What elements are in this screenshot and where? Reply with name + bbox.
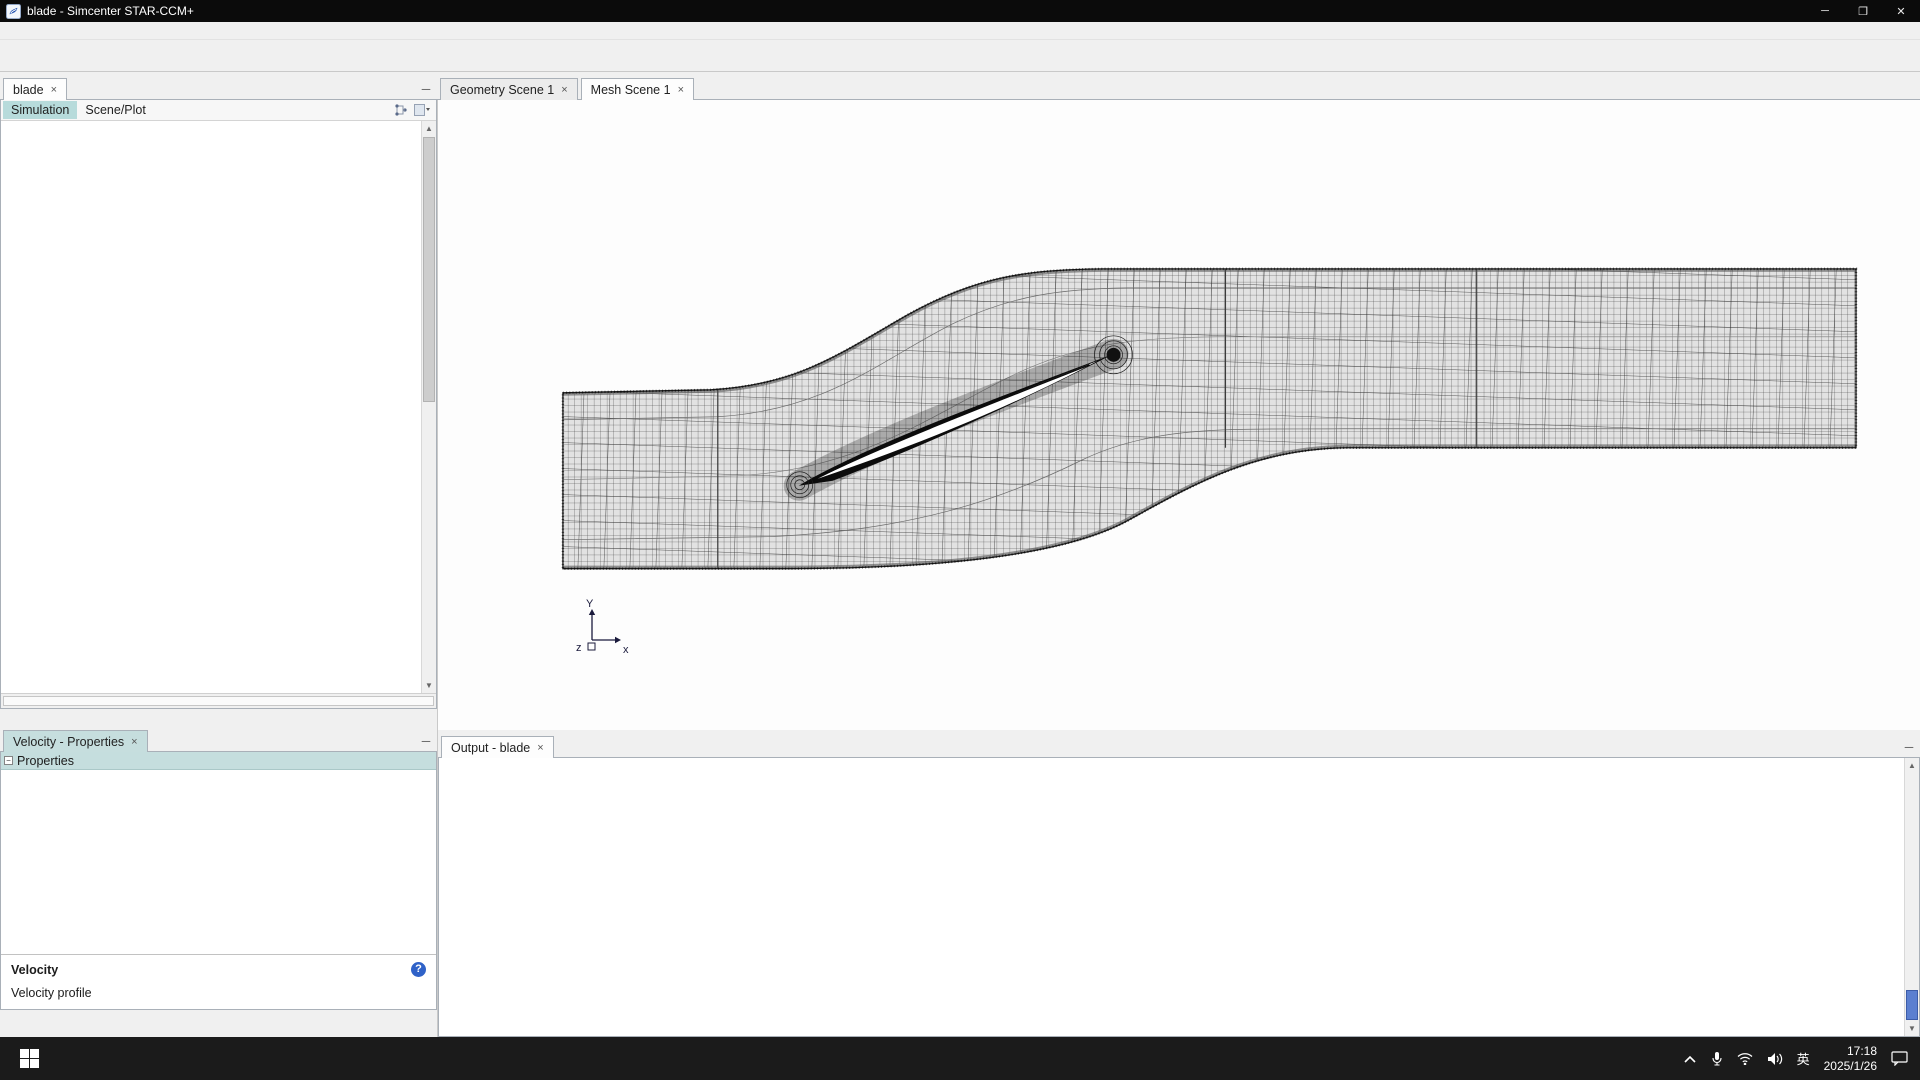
- properties-section-header[interactable]: − Properties: [1, 752, 436, 770]
- system-tray: 英 17:18 2025/1/26: [1683, 1037, 1920, 1080]
- properties-panel: − Properties Velocity ? Velocity profile: [0, 752, 437, 1010]
- console-text: [453, 760, 1903, 1036]
- close-icon[interactable]: ×: [131, 736, 137, 748]
- app-logo-icon: [6, 4, 21, 19]
- document-tabstrip: blade × ─: [0, 72, 437, 100]
- output-tabstrip: Output - blade × ─: [438, 730, 1920, 758]
- menu-bar: [0, 22, 1920, 40]
- tree-horizontal-scrollbar[interactable]: [1, 693, 436, 708]
- main-toolbar: [0, 40, 1920, 72]
- scene-tabstrip: Geometry Scene 1 × Mesh Scene 1 ×: [437, 72, 1920, 100]
- tray-date: 2025/1/26: [1824, 1059, 1877, 1074]
- property-help-box: Velocity ? Velocity profile: [1, 954, 436, 1009]
- tree-options-icon[interactable]: [394, 103, 408, 117]
- scroll-down-icon[interactable]: ▼: [422, 678, 436, 693]
- help-title: Velocity: [11, 963, 58, 977]
- title-bar: blade - Simcenter STAR-CCM+ ─ ❐ ✕: [0, 0, 1920, 22]
- window-title: blade - Simcenter STAR-CCM+: [27, 4, 194, 18]
- close-icon[interactable]: ×: [561, 84, 567, 96]
- clock[interactable]: 17:18 2025/1/26: [1824, 1044, 1877, 1074]
- scroll-up-icon[interactable]: ▲: [1905, 758, 1919, 773]
- tray-time: 17:18: [1824, 1044, 1877, 1059]
- tree-view-dropdown-icon[interactable]: [414, 104, 430, 116]
- tray-expand-icon[interactable]: [1683, 1054, 1697, 1064]
- window-maximize-button[interactable]: ❐: [1844, 0, 1882, 22]
- console-scrollbar-thumb[interactable]: [1906, 990, 1918, 1020]
- tab-mesh-scene[interactable]: Mesh Scene 1 ×: [581, 78, 694, 100]
- mesh-visualization: [438, 100, 1920, 730]
- scroll-up-icon[interactable]: ▲: [422, 121, 436, 136]
- windows-logo-icon: [20, 1049, 39, 1068]
- tab-output-blade[interactable]: Output - blade ×: [441, 736, 554, 758]
- axis-y-label: Y: [586, 598, 594, 610]
- scroll-down-icon[interactable]: ▼: [1905, 1021, 1919, 1036]
- help-description: Velocity profile: [11, 986, 426, 1000]
- speaker-icon[interactable]: [1767, 1052, 1783, 1066]
- output-minimize-icon[interactable]: ─: [1898, 740, 1920, 758]
- collapse-icon[interactable]: −: [4, 756, 13, 765]
- notification-center-icon[interactable]: [1891, 1051, 1908, 1066]
- tab-simulation[interactable]: Simulation: [3, 101, 77, 119]
- axis-x-label: x: [623, 644, 629, 656]
- window-close-button[interactable]: ✕: [1882, 0, 1920, 22]
- explorer-column: blade × ─ Simulation Scene/Plot ▲ ▼: [0, 72, 437, 1037]
- help-icon[interactable]: ?: [411, 962, 426, 977]
- output-console[interactable]: ▲ ▼: [438, 758, 1920, 1037]
- start-button[interactable]: [0, 1037, 58, 1080]
- scene-column: Geometry Scene 1 × Mesh Scene 1 ×: [437, 72, 1920, 1037]
- axis-triad: Y x z: [570, 598, 632, 660]
- mesh-scene-canvas[interactable]: Y x z: [437, 100, 1920, 730]
- language-indicator[interactable]: 英: [1797, 1049, 1810, 1068]
- simulation-tree: ▲ ▼: [1, 121, 436, 693]
- tab-scene-plot[interactable]: Scene/Plot: [77, 101, 153, 119]
- tab-geometry-scene[interactable]: Geometry Scene 1 ×: [440, 78, 578, 100]
- window-minimize-button[interactable]: ─: [1806, 0, 1844, 22]
- close-icon[interactable]: ×: [51, 84, 57, 96]
- tab-blade[interactable]: blade ×: [3, 78, 67, 100]
- output-panel: Output - blade × ─ ▲ ▼: [437, 730, 1920, 1037]
- tab-velocity-properties[interactable]: Velocity - Properties ×: [3, 730, 148, 752]
- view-tabs: Simulation Scene/Plot: [1, 100, 436, 121]
- simulation-panel: Simulation Scene/Plot ▲ ▼: [0, 100, 437, 709]
- axis-z-label: z: [576, 642, 582, 654]
- console-scrollbar[interactable]: ▲ ▼: [1904, 758, 1919, 1036]
- properties-minimize-icon[interactable]: ─: [415, 734, 437, 752]
- properties-tabstrip: Velocity - Properties × ─: [0, 724, 437, 752]
- windows-taskbar: 英 17:18 2025/1/26: [0, 1037, 1920, 1080]
- close-icon[interactable]: ×: [678, 84, 684, 96]
- panel-minimize-icon[interactable]: ─: [415, 82, 437, 100]
- tree-scrollbar-thumb[interactable]: [423, 137, 435, 402]
- microphone-icon[interactable]: [1711, 1051, 1723, 1066]
- wifi-icon[interactable]: [1737, 1052, 1753, 1065]
- main-area: blade × ─ Simulation Scene/Plot ▲ ▼: [0, 72, 1920, 1037]
- tree-vertical-scrollbar[interactable]: ▲ ▼: [421, 121, 436, 693]
- close-icon[interactable]: ×: [537, 742, 543, 754]
